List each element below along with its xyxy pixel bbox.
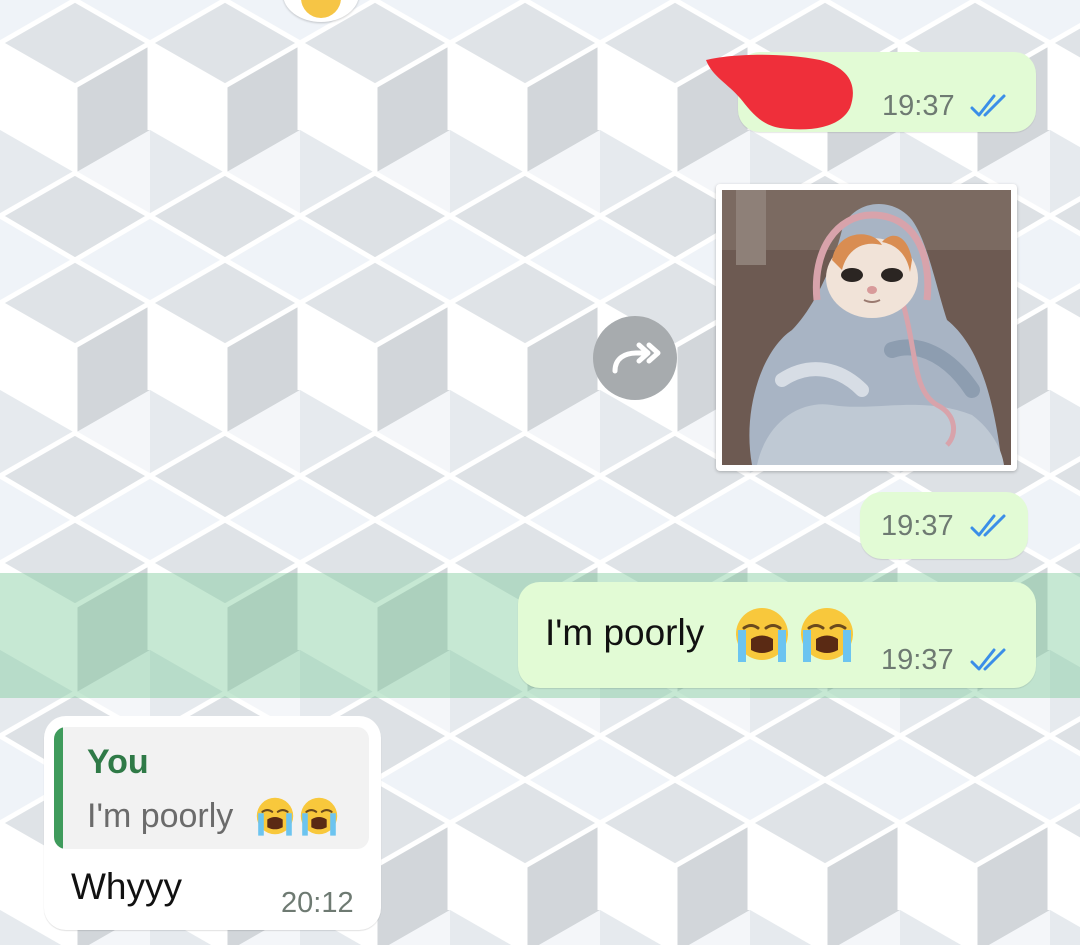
- sticker-message[interactable]: [716, 184, 1017, 471]
- message-time: 19:37: [881, 644, 954, 676]
- message-time: 19:37: [882, 90, 955, 122]
- forward-button[interactable]: [593, 316, 677, 400]
- sticker-meta-bubble: 19:37: [860, 492, 1028, 559]
- quoted-message[interactable]: You I'm poorly: [54, 727, 369, 849]
- redaction-scribble: [706, 54, 853, 130]
- outgoing-message-selected[interactable]: I'm poorly 19:37: [518, 582, 1036, 688]
- message-text: I'm poorly: [545, 612, 705, 653]
- crying-kitten-sticker: [722, 190, 1011, 465]
- read-receipt-icon: [970, 648, 1006, 671]
- quote-accent-bar: [54, 727, 63, 849]
- incoming-reply-message[interactable]: You I'm poorly Whyyy 20:12: [44, 716, 381, 930]
- message-text: Whyyy: [71, 866, 182, 907]
- loudly-crying-face-emoji: [801, 608, 853, 662]
- message-time: 19:37: [881, 510, 954, 542]
- forward-icon: [612, 342, 661, 374]
- read-receipt-icon: [970, 94, 1006, 117]
- loudly-crying-face-emoji: [300, 797, 338, 836]
- message-time: 20:12: [281, 887, 354, 919]
- loudly-crying-face-emoji: [256, 797, 294, 836]
- quote-text: I'm poorly: [87, 797, 234, 835]
- quote-sender: You: [87, 743, 149, 781]
- read-receipt-icon: [970, 514, 1006, 537]
- loudly-crying-face-emoji: [736, 608, 788, 662]
